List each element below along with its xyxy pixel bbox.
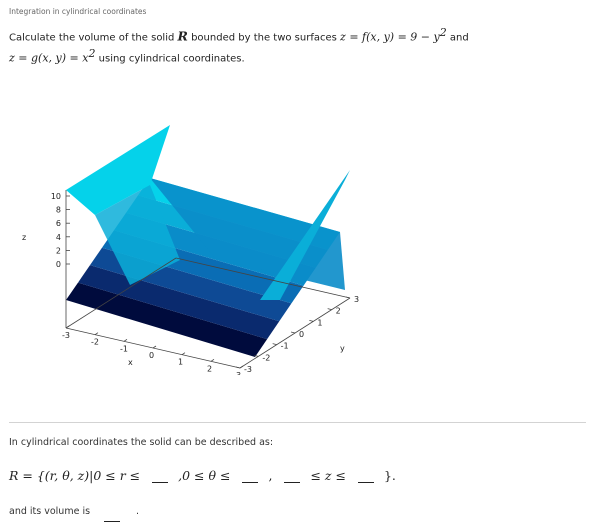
question-part1: Calculate the volume of the solid: [9, 32, 178, 44]
z-tick-label: 10: [51, 192, 61, 201]
x-tick-mark: [65, 325, 70, 329]
z-lower-input[interactable]: [284, 467, 301, 483]
solid-symbol: R: [177, 28, 188, 44]
theta-upper-input[interactable]: [242, 467, 259, 483]
x-tick-label: 0: [149, 351, 154, 360]
x-tick-mark: [123, 339, 128, 342]
y-tick-mark: [345, 296, 351, 299]
x-tick-mark: [210, 359, 215, 362]
y-tick-label: 2: [336, 307, 341, 316]
z-tick-label: 8: [56, 206, 61, 215]
y-tick-mark: [235, 366, 241, 369]
x-tick-label: 1: [178, 358, 183, 367]
comma: ,: [268, 467, 273, 483]
x-tick-label: -3: [62, 331, 70, 340]
y-tick-mark: [290, 331, 296, 334]
surface-layer: [66, 125, 350, 357]
y-axis-label: y: [340, 344, 345, 353]
z-tick-label: 0: [56, 260, 61, 269]
volume-line: and its volume is .: [9, 504, 140, 522]
y-tick-label: -2: [262, 353, 270, 362]
y-tick-label: 0: [299, 330, 304, 339]
y-tick-label: 1: [317, 318, 322, 327]
surface-plot-3d: 10 8 6 4 2 0 -3 -2 -1 0 1 2 3 -3 -2 -1 0 1 2 3 z x y: [22, 125, 359, 375]
x-tick-label: -2: [91, 338, 99, 347]
z-axis-label: z: [22, 233, 26, 242]
y-tick-mark: [309, 319, 314, 322]
z-part: ≤ z ≤: [310, 467, 346, 483]
z-ticks: 10 8 6 4 2 0: [51, 192, 70, 269]
volume-label: and its volume is: [9, 506, 91, 517]
y-tick-label: -3: [244, 365, 252, 374]
set-notation: R = {(r, θ, z)|0 ≤ r ≤ ,0 ≤ θ ≤ , ≤ z ≤ …: [9, 463, 396, 487]
surface-f-formula: z = f(x, y) = 9 − y: [340, 30, 440, 44]
x-tick-label: -1: [120, 344, 128, 353]
breadcrumb: Integration in cylindrical coordinates: [9, 7, 147, 16]
set-suffix: }.: [383, 467, 396, 483]
surface-f-exponent: 2: [439, 26, 447, 39]
x-tick-mark: [239, 365, 244, 369]
set-prefix: R = {(r, θ, z)|0 ≤ r ≤: [9, 467, 141, 483]
y-tick-label: -1: [281, 342, 289, 351]
question-part2: bounded by the two surfaces: [187, 32, 341, 44]
x-tick-mark: [94, 332, 99, 335]
section-divider: [9, 422, 586, 423]
question-text: Calculate the volume of the solid R boun…: [9, 25, 599, 68]
z-tick-label: 4: [56, 233, 61, 242]
volume-input[interactable]: [104, 507, 121, 522]
x-axis-label: x: [128, 358, 133, 367]
y-tick-label: 3: [354, 295, 359, 304]
r-upper-input[interactable]: [152, 467, 169, 483]
z-tick-label: 6: [56, 219, 61, 228]
surface-g-formula: z = g(x, y) = x: [9, 51, 89, 65]
y-tick-mark: [327, 308, 332, 311]
question-part4: using cylindrical coordinates.: [95, 53, 245, 65]
x-tick-label: 2: [207, 364, 212, 373]
x-tick-mark: [181, 352, 186, 355]
question-part3: and: [446, 32, 469, 44]
x-tick-mark: [152, 345, 157, 349]
theta-part: ,0 ≤ θ ≤: [178, 467, 231, 483]
description-text: In cylindrical coordinates the solid can…: [9, 437, 274, 448]
z-tick-label: 2: [56, 246, 61, 255]
z-upper-input[interactable]: [357, 467, 374, 483]
volume-period: .: [136, 506, 140, 517]
y-tick-mark: [272, 343, 277, 346]
x-tick-label: 3: [236, 371, 241, 375]
